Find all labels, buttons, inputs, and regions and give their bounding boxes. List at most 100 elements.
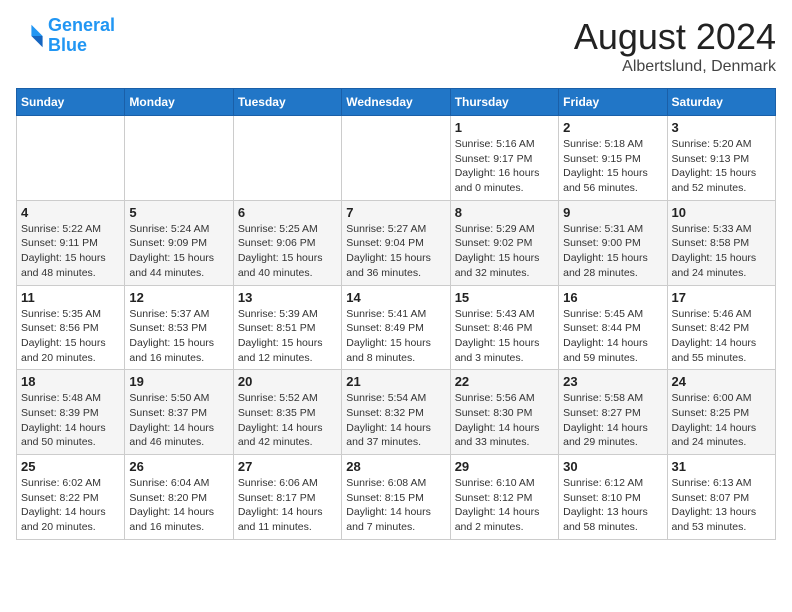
day-number: 4 <box>21 205 120 220</box>
weekday-header: Tuesday <box>233 89 341 116</box>
title-area: August 2024 Albertslund, Denmark <box>574 16 776 76</box>
day-number: 24 <box>672 374 771 389</box>
day-info: Sunrise: 5:39 AM Sunset: 8:51 PM Dayligh… <box>238 307 337 366</box>
weekday-header: Wednesday <box>342 89 450 116</box>
day-info: Sunrise: 5:16 AM Sunset: 9:17 PM Dayligh… <box>455 137 554 196</box>
day-info: Sunrise: 5:48 AM Sunset: 8:39 PM Dayligh… <box>21 391 120 450</box>
calendar-day-cell: 8 Sunrise: 5:29 AM Sunset: 9:02 PM Daylig… <box>450 200 558 285</box>
calendar-day-cell <box>17 116 125 201</box>
calendar-day-cell: 3 Sunrise: 5:20 AM Sunset: 9:13 PM Daylig… <box>667 116 775 201</box>
calendar-week-row: 18 Sunrise: 5:48 AM Sunset: 8:39 PM Dayli… <box>17 370 776 455</box>
location: Albertslund, Denmark <box>574 58 776 76</box>
day-info: Sunrise: 6:06 AM Sunset: 8:17 PM Dayligh… <box>238 476 337 535</box>
day-info: Sunrise: 5:54 AM Sunset: 8:32 PM Dayligh… <box>346 391 445 450</box>
logo-line2: Blue <box>48 35 87 55</box>
day-number: 3 <box>672 120 771 135</box>
day-number: 9 <box>563 205 662 220</box>
calendar-table: SundayMondayTuesdayWednesdayThursdayFrid… <box>16 88 776 540</box>
weekday-header: Monday <box>125 89 233 116</box>
day-info: Sunrise: 6:13 AM Sunset: 8:07 PM Dayligh… <box>672 476 771 535</box>
day-number: 28 <box>346 459 445 474</box>
day-number: 27 <box>238 459 337 474</box>
day-info: Sunrise: 5:18 AM Sunset: 9:15 PM Dayligh… <box>563 137 662 196</box>
day-info: Sunrise: 6:04 AM Sunset: 8:20 PM Dayligh… <box>129 476 228 535</box>
calendar-day-cell: 11 Sunrise: 5:35 AM Sunset: 8:56 PM Dayli… <box>17 285 125 370</box>
calendar-week-row: 25Sunrise: 6:02 AM Sunset: 8:22 PM Dayli… <box>17 455 776 540</box>
day-info: Sunrise: 5:25 AM Sunset: 9:06 PM Dayligh… <box>238 222 337 281</box>
day-info: Sunrise: 6:00 AM Sunset: 8:25 PM Dayligh… <box>672 391 771 450</box>
day-number: 21 <box>346 374 445 389</box>
day-number: 14 <box>346 290 445 305</box>
day-info: Sunrise: 6:10 AM Sunset: 8:12 PM Dayligh… <box>455 476 554 535</box>
day-info: Sunrise: 5:27 AM Sunset: 9:04 PM Dayligh… <box>346 222 445 281</box>
calendar-day-cell: 25Sunrise: 6:02 AM Sunset: 8:22 PM Dayli… <box>17 455 125 540</box>
calendar-week-row: 11 Sunrise: 5:35 AM Sunset: 8:56 PM Dayli… <box>17 285 776 370</box>
calendar-day-cell: 2 Sunrise: 5:18 AM Sunset: 9:15 PM Daylig… <box>559 116 667 201</box>
calendar-day-cell: 4 Sunrise: 5:22 AM Sunset: 9:11 PM Daylig… <box>17 200 125 285</box>
day-number: 11 <box>21 290 120 305</box>
calendar-day-cell: 30 Sunrise: 6:12 AM Sunset: 8:10 PM Dayli… <box>559 455 667 540</box>
day-number: 29 <box>455 459 554 474</box>
calendar-day-cell: 10 Sunrise: 5:33 AM Sunset: 8:58 PM Dayli… <box>667 200 775 285</box>
day-number: 18 <box>21 374 120 389</box>
calendar-day-cell: 24 Sunrise: 6:00 AM Sunset: 8:25 PM Dayli… <box>667 370 775 455</box>
day-info: Sunrise: 5:56 AM Sunset: 8:30 PM Dayligh… <box>455 391 554 450</box>
calendar-day-cell: 13 Sunrise: 5:39 AM Sunset: 8:51 PM Dayli… <box>233 285 341 370</box>
day-info: Sunrise: 5:41 AM Sunset: 8:49 PM Dayligh… <box>346 307 445 366</box>
day-info: Sunrise: 6:02 AM Sunset: 8:22 PM Dayligh… <box>21 476 120 535</box>
day-number: 2 <box>563 120 662 135</box>
calendar-day-cell: 15 Sunrise: 5:43 AM Sunset: 8:46 PM Dayli… <box>450 285 558 370</box>
day-info: Sunrise: 5:52 AM Sunset: 8:35 PM Dayligh… <box>238 391 337 450</box>
weekday-header: Sunday <box>17 89 125 116</box>
calendar-day-cell: 27 Sunrise: 6:06 AM Sunset: 8:17 PM Dayli… <box>233 455 341 540</box>
calendar-day-cell: 17 Sunrise: 5:46 AM Sunset: 8:42 PM Dayli… <box>667 285 775 370</box>
day-number: 10 <box>672 205 771 220</box>
calendar-day-cell <box>125 116 233 201</box>
day-info: Sunrise: 5:46 AM Sunset: 8:42 PM Dayligh… <box>672 307 771 366</box>
day-number: 16 <box>563 290 662 305</box>
day-info: Sunrise: 5:35 AM Sunset: 8:56 PM Dayligh… <box>21 307 120 366</box>
calendar-day-cell: 18 Sunrise: 5:48 AM Sunset: 8:39 PM Dayli… <box>17 370 125 455</box>
day-info: Sunrise: 5:22 AM Sunset: 9:11 PM Dayligh… <box>21 222 120 281</box>
calendar-day-cell: 16Sunrise: 5:45 AM Sunset: 8:44 PM Dayli… <box>559 285 667 370</box>
page-header: General Blue August 2024 Albertslund, De… <box>16 16 776 76</box>
calendar-day-cell: 31 Sunrise: 6:13 AM Sunset: 8:07 PM Dayli… <box>667 455 775 540</box>
day-info: Sunrise: 5:50 AM Sunset: 8:37 PM Dayligh… <box>129 391 228 450</box>
calendar-day-cell: 21 Sunrise: 5:54 AM Sunset: 8:32 PM Dayli… <box>342 370 450 455</box>
day-number: 12 <box>129 290 228 305</box>
calendar-day-cell: 14 Sunrise: 5:41 AM Sunset: 8:49 PM Dayli… <box>342 285 450 370</box>
day-number: 31 <box>672 459 771 474</box>
day-number: 8 <box>455 205 554 220</box>
day-number: 13 <box>238 290 337 305</box>
calendar-day-cell: 5Sunrise: 5:24 AM Sunset: 9:09 PM Daylig… <box>125 200 233 285</box>
day-number: 30 <box>563 459 662 474</box>
day-number: 26 <box>129 459 228 474</box>
calendar-day-cell: 22 Sunrise: 5:56 AM Sunset: 8:30 PM Dayli… <box>450 370 558 455</box>
month-title: August 2024 <box>574 16 776 58</box>
day-info: Sunrise: 5:37 AM Sunset: 8:53 PM Dayligh… <box>129 307 228 366</box>
logo: General Blue <box>16 16 115 56</box>
day-number: 23 <box>563 374 662 389</box>
day-number: 19 <box>129 374 228 389</box>
day-number: 22 <box>455 374 554 389</box>
weekday-header: Thursday <box>450 89 558 116</box>
day-info: Sunrise: 5:20 AM Sunset: 9:13 PM Dayligh… <box>672 137 771 196</box>
weekday-header: Saturday <box>667 89 775 116</box>
day-number: 17 <box>672 290 771 305</box>
calendar-day-cell: 26 Sunrise: 6:04 AM Sunset: 8:20 PM Dayli… <box>125 455 233 540</box>
day-info: Sunrise: 5:33 AM Sunset: 8:58 PM Dayligh… <box>672 222 771 281</box>
calendar-day-cell: 12 Sunrise: 5:37 AM Sunset: 8:53 PM Dayli… <box>125 285 233 370</box>
calendar-day-cell: 7Sunrise: 5:27 AM Sunset: 9:04 PM Daylig… <box>342 200 450 285</box>
calendar-day-cell <box>342 116 450 201</box>
day-info: Sunrise: 6:12 AM Sunset: 8:10 PM Dayligh… <box>563 476 662 535</box>
logo-line1: General <box>48 15 115 35</box>
calendar-week-row: 1Sunrise: 5:16 AM Sunset: 9:17 PM Daylig… <box>17 116 776 201</box>
calendar-day-cell: 6Sunrise: 5:25 AM Sunset: 9:06 PM Daylig… <box>233 200 341 285</box>
day-info: Sunrise: 5:29 AM Sunset: 9:02 PM Dayligh… <box>455 222 554 281</box>
calendar-day-cell: 29 Sunrise: 6:10 AM Sunset: 8:12 PM Dayli… <box>450 455 558 540</box>
day-info: Sunrise: 5:43 AM Sunset: 8:46 PM Dayligh… <box>455 307 554 366</box>
day-number: 15 <box>455 290 554 305</box>
day-info: Sunrise: 6:08 AM Sunset: 8:15 PM Dayligh… <box>346 476 445 535</box>
header-row: SundayMondayTuesdayWednesdayThursdayFrid… <box>17 89 776 116</box>
logo-text: General Blue <box>48 16 115 56</box>
